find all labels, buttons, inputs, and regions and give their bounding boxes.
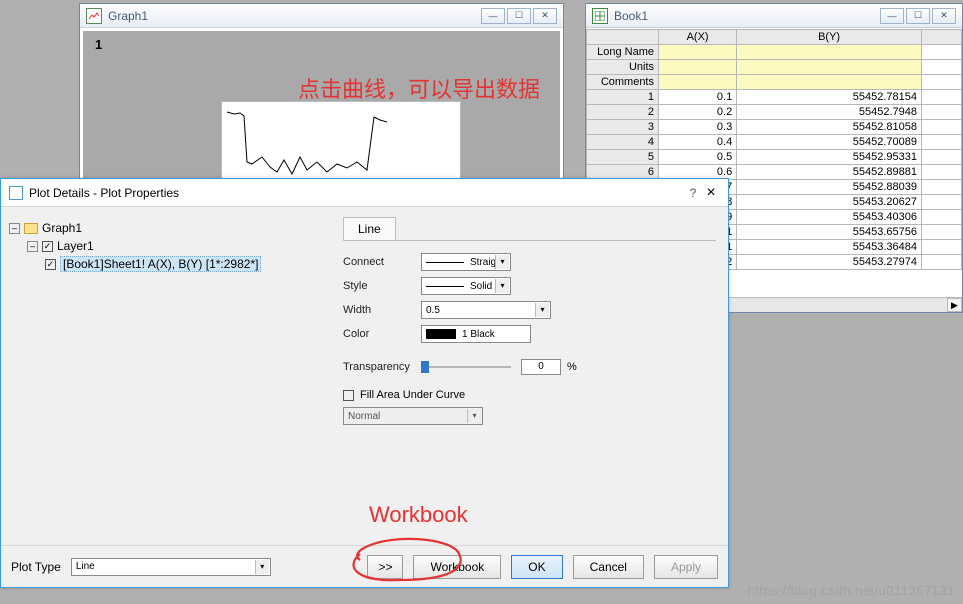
style-label: Style <box>343 280 421 292</box>
tree-node-layer[interactable]: – ✓ Layer1 <box>27 237 323 255</box>
checkbox-icon[interactable]: ✓ <box>42 241 53 252</box>
dialog-title: Plot Details - Plot Properties <box>29 186 684 200</box>
table-row[interactable]: 10.155452.78154 <box>587 90 962 105</box>
checkbox-icon[interactable]: ✓ <box>45 259 56 270</box>
fill-checkbox[interactable] <box>343 390 354 401</box>
minimize-button[interactable]: — <box>481 8 505 24</box>
table-row[interactable]: 50.555452.95331 <box>587 150 962 165</box>
folder-icon <box>24 223 38 234</box>
tab-line[interactable]: Line <box>343 217 396 240</box>
fill-label: Fill Area Under Curve <box>360 389 465 401</box>
chevron-down-icon: ▾ <box>535 303 549 317</box>
book1-titlebar[interactable]: Book1 — ☐ ✕ <box>586 4 962 28</box>
book1-title: Book1 <box>614 9 880 23</box>
watermark: https://blog.csdn.net/u011367131 <box>748 583 955 598</box>
cancel-button[interactable]: Cancel <box>573 555 644 579</box>
plot-details-dialog[interactable]: Plot Details - Plot Properties ? × – Gra… <box>0 178 729 588</box>
help-button[interactable]: ? <box>684 186 702 200</box>
maximize-button[interactable]: ☐ <box>906 8 930 24</box>
connect-label: Connect <box>343 256 421 268</box>
minimize-button[interactable]: — <box>880 8 904 24</box>
annotation-text-2: Workbook <box>369 502 468 528</box>
ok-button[interactable]: OK <box>511 555 562 579</box>
workbook-icon <box>592 8 608 24</box>
maximize-button[interactable]: ☐ <box>507 8 531 24</box>
graph1-titlebar[interactable]: Graph1 — ☐ ✕ <box>80 4 563 28</box>
row-label-longname: Long Name <box>587 45 659 60</box>
table-row[interactable]: 40.455452.70089 <box>587 135 962 150</box>
collapse-icon[interactable]: – <box>27 241 38 252</box>
properties-panel: Line Connect Straight▾ Style Solid▾ Widt… <box>331 207 728 545</box>
plot-type-combo[interactable]: Line▾ <box>71 558 271 576</box>
graph1-title: Graph1 <box>108 9 481 23</box>
transparency-spin[interactable]: 0 <box>521 359 561 375</box>
scroll-right[interactable]: ▶ <box>947 298 962 312</box>
apply-button[interactable]: Apply <box>654 555 718 579</box>
table-row[interactable]: 30.355452.81058 <box>587 120 962 135</box>
plot-type-label: Plot Type <box>11 560 61 574</box>
collapse-icon[interactable]: – <box>9 223 20 234</box>
col-header-b[interactable]: B(Y) <box>737 30 922 45</box>
transparency-label: Transparency <box>343 361 421 373</box>
close-button[interactable]: ✕ <box>533 8 557 24</box>
width-label: Width <box>343 304 421 316</box>
transparency-slider[interactable] <box>421 360 511 374</box>
style-combo[interactable]: Solid▾ <box>421 277 511 295</box>
row-label-comments: Comments <box>587 75 659 90</box>
percent-label: % <box>567 361 577 373</box>
annotation-text-1: 点击曲线，可以导出数据 <box>298 72 540 104</box>
chevron-down-icon: ▾ <box>495 279 509 293</box>
workbook-button[interactable]: Workbook <box>413 555 501 579</box>
page-number: 1 <box>95 37 102 52</box>
col-header-a[interactable]: A(X) <box>659 30 737 45</box>
fillmode-combo[interactable]: Normal▾ <box>343 407 483 425</box>
tree-node-graph[interactable]: – Graph1 <box>9 219 323 237</box>
close-button[interactable]: × <box>702 184 720 202</box>
tree-node-plot[interactable]: ✓ [Book1]Sheet1! A(X), B(Y) [1*:2982*] <box>45 255 323 273</box>
dialog-footer: Plot Type Line▾ >> Workbook OK Cancel Ap… <box>1 545 728 587</box>
graph-icon <box>86 8 102 24</box>
chevron-down-icon: ▾ <box>255 560 269 574</box>
close-button[interactable]: ✕ <box>932 8 956 24</box>
expand-button[interactable]: >> <box>367 555 403 579</box>
plot-tree[interactable]: – Graph1 – ✓ Layer1 ✓ [Book1]Sheet1! A(X… <box>1 207 331 545</box>
dialog-icon <box>9 186 23 200</box>
chevron-down-icon: ▾ <box>495 255 509 269</box>
tab-strip: Line <box>343 217 716 241</box>
table-row[interactable]: 20.255452.7948 <box>587 105 962 120</box>
row-label-units: Units <box>587 60 659 75</box>
color-label: Color <box>343 328 421 340</box>
dialog-titlebar[interactable]: Plot Details - Plot Properties ? × <box>1 179 728 207</box>
chevron-down-icon: ▾ <box>467 409 481 423</box>
width-combo[interactable]: 0.5▾ <box>421 301 551 319</box>
color-combo[interactable]: 1 Black <box>421 325 531 343</box>
connect-combo[interactable]: Straight▾ <box>421 253 511 271</box>
